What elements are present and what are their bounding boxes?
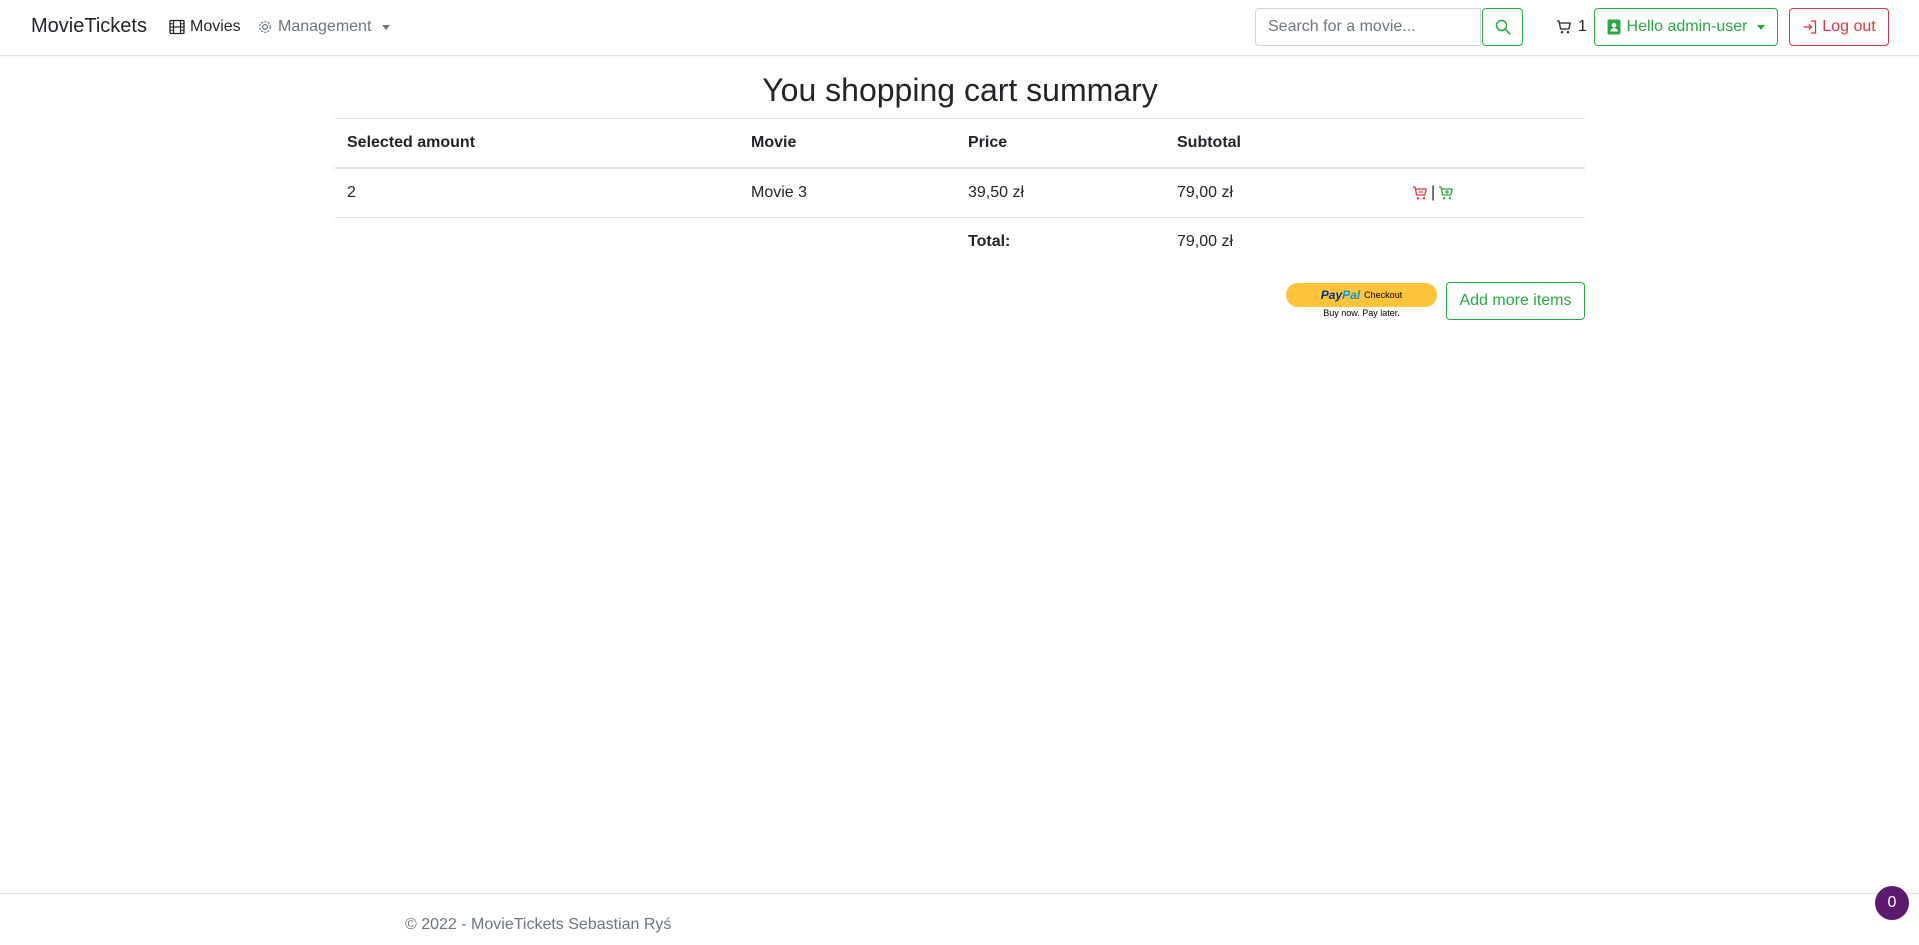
- paypal-logo: PayPal: [1320, 288, 1361, 302]
- cell-price: 39,50 zł: [956, 168, 1165, 218]
- logout-icon: [1803, 20, 1817, 34]
- chevron-down-icon: [1757, 24, 1766, 30]
- cell-actions: |: [1400, 168, 1585, 218]
- add-more-items-button[interactable]: Add more items: [1446, 282, 1585, 320]
- total-row: Total: 79,00 zł: [335, 218, 1585, 267]
- search-button[interactable]: [1482, 8, 1523, 46]
- nav-movies-label: Movies: [190, 18, 241, 35]
- header-actions: [1400, 119, 1585, 169]
- paypal-subtext: Buy now. Pay later.: [1323, 308, 1400, 318]
- user-label: Hello admin-user: [1626, 18, 1748, 35]
- cart-count: 1: [1578, 18, 1587, 35]
- total-label: Total:: [968, 233, 1011, 250]
- header-price: Price: [956, 119, 1165, 169]
- cell-amount: 2: [335, 168, 739, 218]
- film-icon: [169, 19, 185, 35]
- header-selected-amount: Selected amount: [335, 119, 739, 169]
- page-title: You shopping cart summary: [762, 72, 1158, 108]
- total-value: 79,00 zł: [1177, 233, 1234, 250]
- user-badge-icon: [1607, 19, 1621, 35]
- cart-link[interactable]: 1: [1556, 18, 1587, 36]
- logout-button[interactable]: Log out: [1789, 8, 1889, 46]
- paypal-checkout-button[interactable]: PayPal Checkout: [1286, 283, 1437, 307]
- logout-label: Log out: [1822, 18, 1876, 35]
- footer-copyright: © 2022 - MovieTickets Sebastian Ryś: [405, 916, 672, 933]
- search-icon: [1495, 19, 1511, 35]
- paypal-checkout-label: Checkout: [1364, 290, 1403, 300]
- cell-movie: Movie 3: [739, 168, 956, 218]
- header-movie: Movie: [739, 119, 956, 169]
- chevron-down-icon: [382, 24, 391, 30]
- nav-management-label: Management: [278, 18, 372, 35]
- footer-divider: [0, 893, 1919, 894]
- cart-table: Selected amount Movie Price Subtotal 2 M…: [335, 119, 1585, 266]
- table-row: 2 Movie 3 39,50 zł 79,00 zł |: [335, 168, 1585, 218]
- cart-remove-icon[interactable]: [1412, 185, 1428, 201]
- floating-widget-badge[interactable]: 0: [1875, 886, 1909, 920]
- cart-icon: [1557, 20, 1571, 34]
- gear-icon: [259, 21, 271, 33]
- user-dropdown-button[interactable]: Hello admin-user: [1594, 8, 1778, 46]
- navbar: MovieTickets Movies Management Search fo…: [0, 0, 1919, 56]
- brand-link[interactable]: MovieTickets: [31, 15, 147, 38]
- nav-movies[interactable]: Movies: [169, 18, 241, 36]
- header-subtotal: Subtotal: [1165, 119, 1400, 169]
- action-separator: |: [1431, 184, 1436, 201]
- nav-management-dropdown[interactable]: Management: [257, 18, 391, 36]
- search-input[interactable]: [1255, 8, 1481, 46]
- table-header-row: Selected amount Movie Price Subtotal: [335, 119, 1585, 169]
- cart-add-icon[interactable]: [1438, 185, 1454, 201]
- cell-subtotal: 79,00 zł: [1165, 168, 1400, 218]
